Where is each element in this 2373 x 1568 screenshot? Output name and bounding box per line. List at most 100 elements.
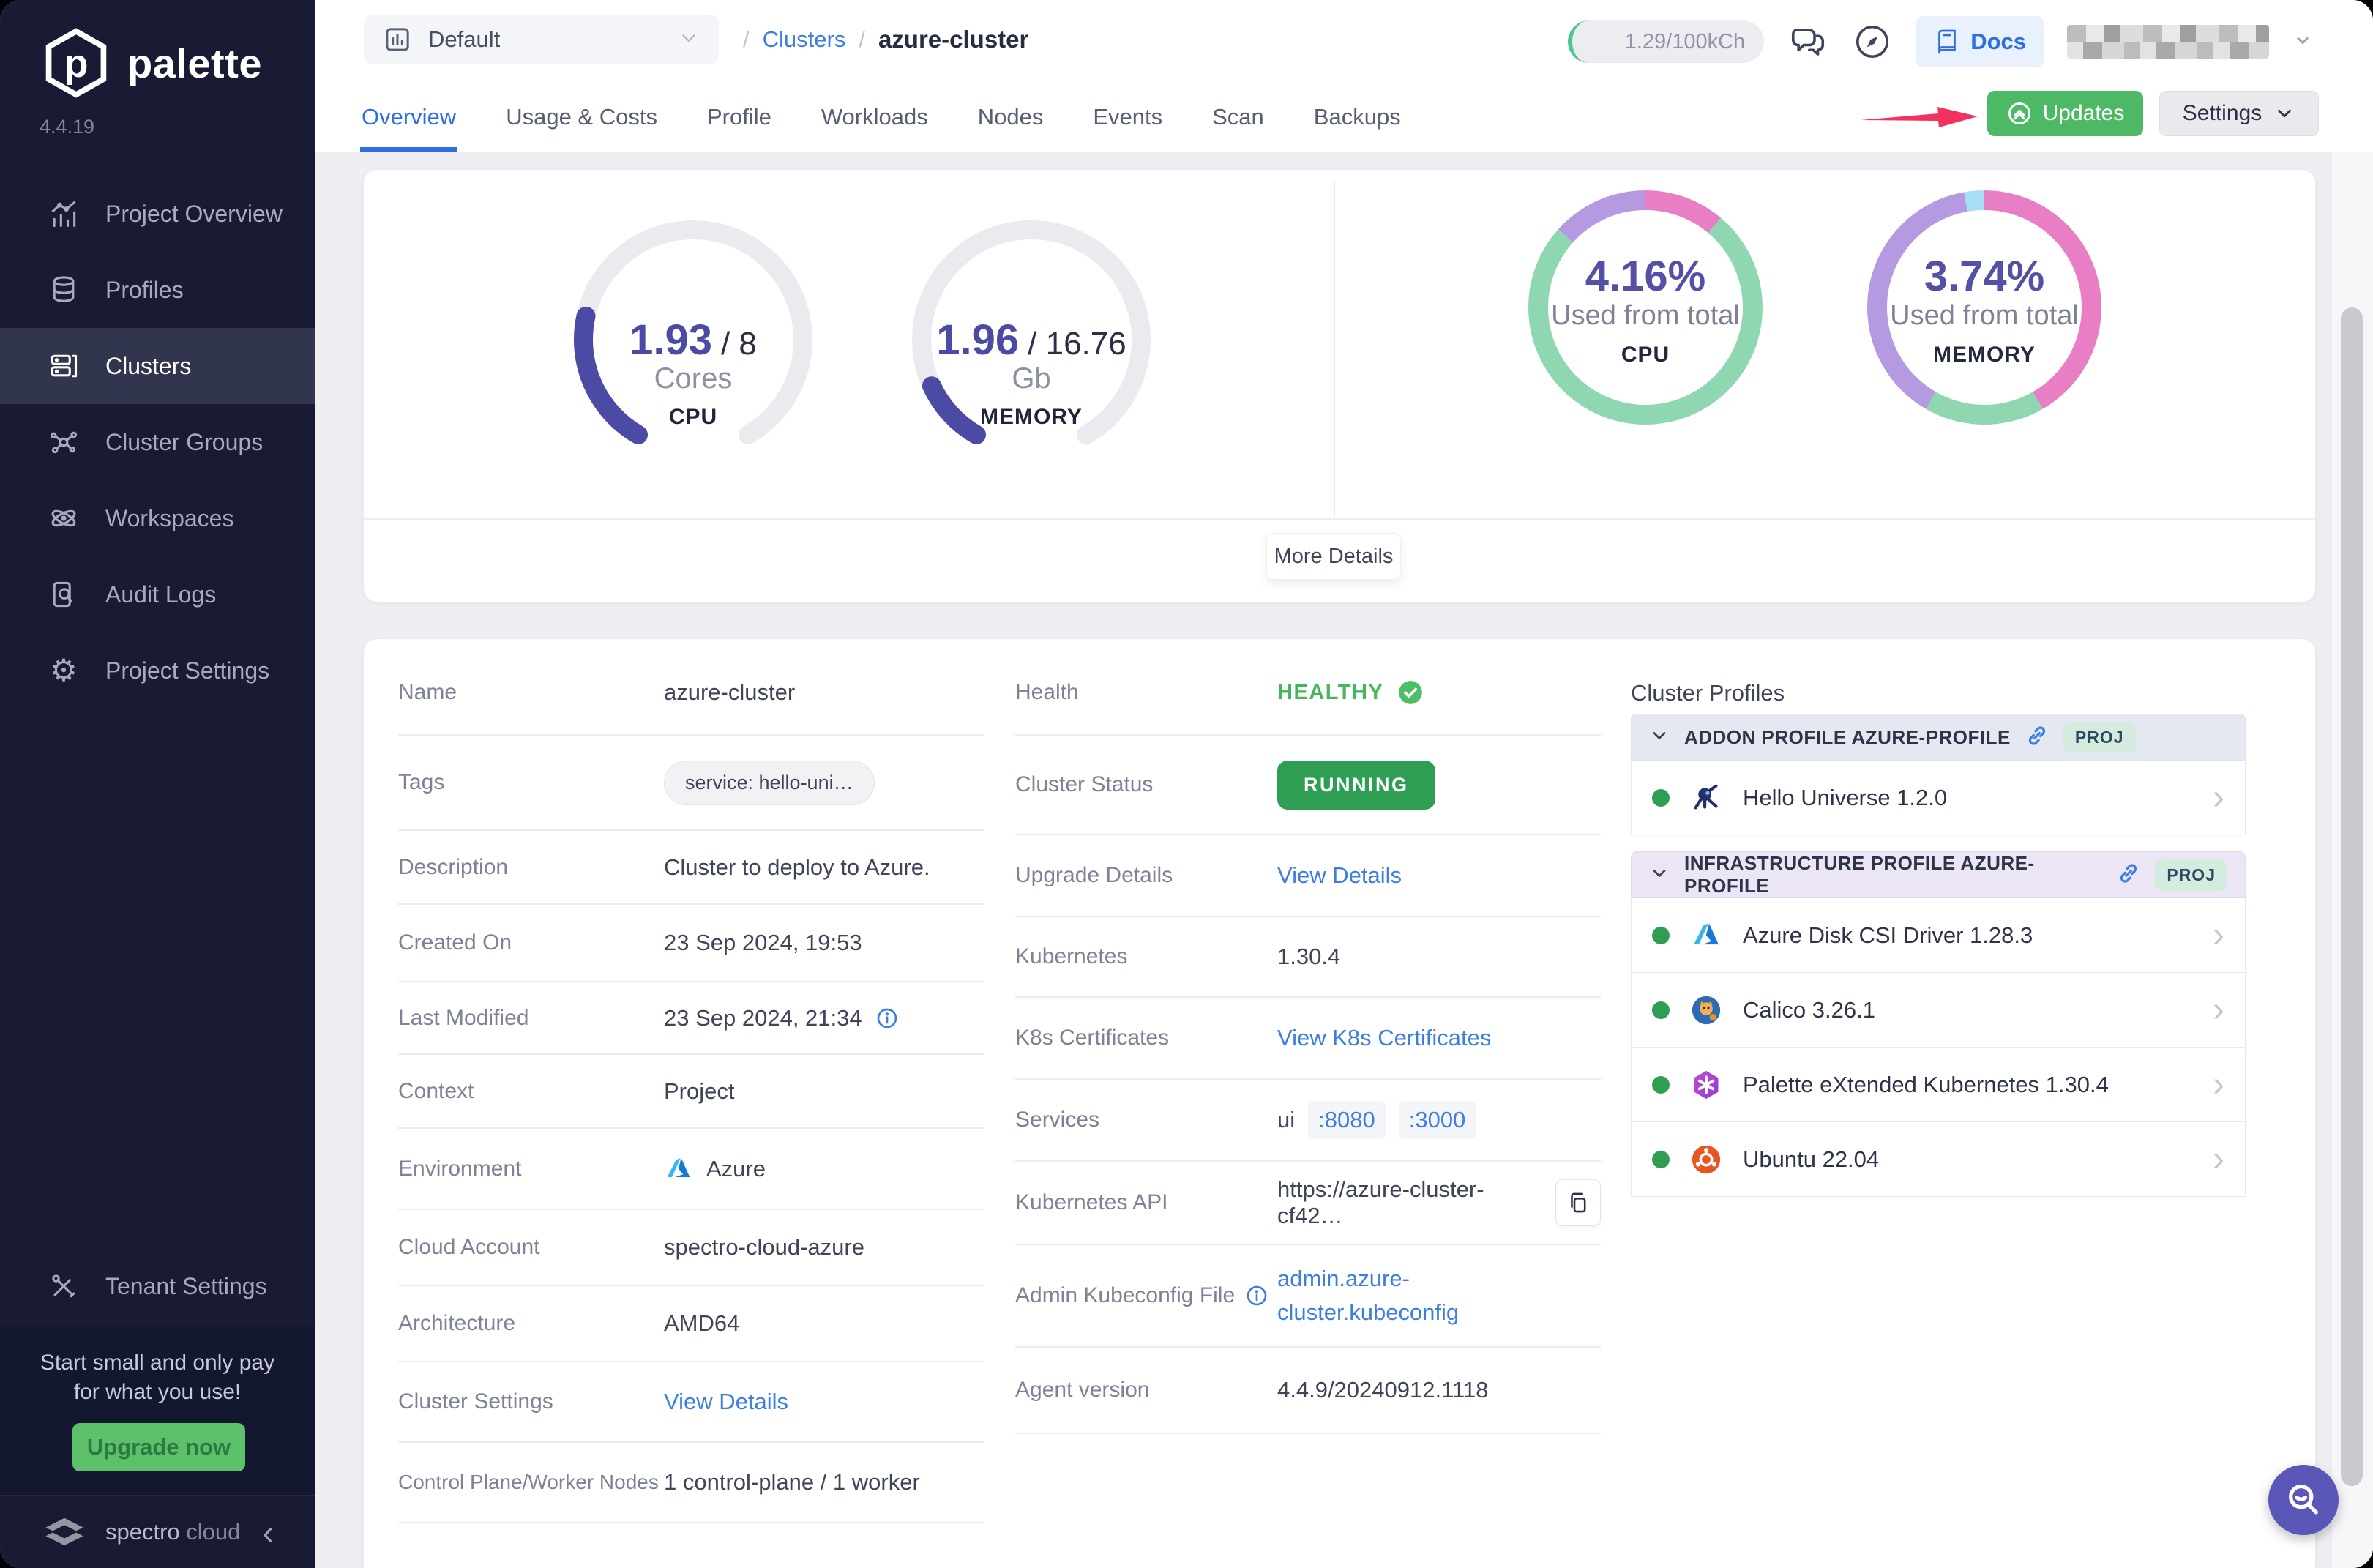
chart-trend-icon: [47, 197, 81, 231]
sidebar-item-audit-logs[interactable]: Audit Logs: [0, 556, 315, 632]
kubernetes-api-url: https://azure-cluster-cf42…: [1277, 1176, 1542, 1229]
row-admin-kubeconfig: Admin Kubeconfig File admin.azure-cluste…: [1015, 1245, 1601, 1348]
chevron-down-icon: [1649, 863, 1670, 887]
proj-badge: PROJ: [2155, 859, 2227, 891]
profile-row-azure-disk-csi[interactable]: Azure Disk CSI Driver 1.28.3 ›: [1631, 898, 2246, 973]
project-selector-value: Default: [428, 26, 500, 53]
status-dot: [1652, 1076, 1670, 1094]
cluster-settings-view-details-link[interactable]: View Details: [664, 1389, 788, 1415]
gear-icon: ⚙: [47, 654, 81, 687]
sidebar-item-label: Audit Logs: [105, 581, 216, 608]
service-name: ui: [1277, 1107, 1295, 1133]
row-services: Services ui :8080 :3000: [1015, 1080, 1601, 1162]
sidebar-item-label: Clusters: [105, 353, 191, 380]
chevron-down-icon: [1649, 725, 1670, 750]
chevron-right-icon: ›: [2213, 1067, 2224, 1102]
footer-brand: spectro cloud: [105, 1519, 240, 1545]
memory-usage-donut: 3.74% Used from total MEMORY: [1867, 190, 2101, 425]
tab-usage-costs[interactable]: Usage & Costs: [504, 87, 659, 152]
profile-row-calico[interactable]: Calico 3.26.1 ›: [1631, 973, 2246, 1048]
docs-button[interactable]: Docs: [1916, 16, 2044, 67]
sidebar-item-label: Workspaces: [105, 505, 233, 532]
cpu-used-value: 1.93: [629, 316, 712, 365]
sidebar-item-project-settings[interactable]: ⚙ Project Settings: [0, 632, 315, 709]
scrollbar-thumb[interactable]: [2341, 307, 2363, 1486]
breadcrumb-link-clusters[interactable]: Clusters: [763, 26, 846, 53]
sidebar-item-tenant-settings[interactable]: Tenant Settings: [0, 1248, 315, 1324]
tab-scan[interactable]: Scan: [1211, 87, 1266, 152]
chevron-down-icon[interactable]: [2292, 30, 2313, 54]
row-context: Context Project: [398, 1055, 984, 1129]
palette-extended-kubernetes-icon: [1689, 1067, 1724, 1102]
upgrade-now-button[interactable]: Upgrade now: [72, 1423, 245, 1471]
service-port-8080-link[interactable]: :8080: [1308, 1101, 1386, 1139]
memory-percent: 3.74%: [1867, 252, 2101, 301]
profile-row-hello-universe[interactable]: Hello Universe 1.2.0 ›: [1631, 761, 2246, 835]
tab-backups[interactable]: Backups: [1312, 87, 1402, 152]
collapse-sidebar-icon[interactable]: ‹: [263, 1515, 274, 1549]
bar-chart-icon: [383, 25, 412, 54]
status-dot: [1652, 789, 1670, 807]
admin-kubeconfig-link[interactable]: admin.azure-cluster.kubeconfig: [1277, 1262, 1459, 1329]
search-fab-button[interactable]: [2268, 1465, 2339, 1535]
ubuntu-icon: [1689, 1142, 1724, 1177]
view-k8s-certificates-link[interactable]: View K8s Certificates: [1277, 1025, 1491, 1051]
row-name: Name azure-cluster: [398, 651, 984, 736]
tab-workloads[interactable]: Workloads: [820, 87, 930, 152]
page-content: 1.93/ 8 Cores CPU 1.96/ 16.76 Gb MEMORY …: [315, 152, 2373, 1568]
memory-donut-label: MEMORY: [1867, 343, 2101, 367]
settings-button[interactable]: Settings: [2159, 91, 2319, 136]
addon-profile-header[interactable]: ADDON PROFILE AZURE-PROFILE PROJ: [1631, 714, 2246, 761]
updates-button[interactable]: Updates: [1987, 91, 2143, 136]
details-middle-column: Health HEALTHY Cluster Status RUNNING Up…: [1015, 651, 1601, 1434]
brand-logo: p palette: [41, 28, 262, 98]
row-k8s-certificates: K8s Certificates View K8s Certificates: [1015, 998, 1601, 1080]
profile-row-pxk[interactable]: Palette eXtended Kubernetes 1.30.4 ›: [1631, 1048, 2246, 1122]
sidebar-item-cluster-groups[interactable]: Cluster Groups: [0, 404, 315, 480]
row-last-modified: Last Modified 23 Sep 2024, 21:34: [398, 982, 984, 1055]
profile-row-ubuntu[interactable]: Ubuntu 22.04 ›: [1631, 1122, 2246, 1197]
service-port-3000-link[interactable]: :3000: [1399, 1101, 1476, 1139]
tab-nodes[interactable]: Nodes: [976, 87, 1045, 152]
network-nodes-icon: [47, 425, 81, 459]
upgrade-view-details-link[interactable]: View Details: [1277, 862, 1402, 889]
info-icon[interactable]: [1245, 1284, 1268, 1307]
sidebar-item-profiles[interactable]: Profiles: [0, 252, 315, 328]
orbit-icon: [47, 501, 81, 535]
breadcrumb: / Clusters / azure-cluster: [743, 15, 1028, 64]
tab-events[interactable]: Events: [1091, 87, 1164, 152]
sidebar-item-project-overview[interactable]: Project Overview: [0, 176, 315, 252]
sidebar-item-clusters[interactable]: Clusters: [0, 328, 315, 404]
vertical-scrollbar: [2332, 152, 2373, 1568]
tab-overview[interactable]: Overview: [360, 87, 457, 152]
usage-quota-badge[interactable]: 1.29/100kCh: [1568, 20, 1764, 63]
row-kubernetes-api: Kubernetes API https://azure-cluster-cf4…: [1015, 1162, 1601, 1245]
proj-badge: PROJ: [2063, 722, 2136, 753]
chevron-right-icon: ›: [2213, 780, 2224, 815]
row-nodes: Control Plane/Worker Nodes 1 control-pla…: [398, 1443, 984, 1523]
topbar: Default / Clusters / azure-cluster 1.29/…: [315, 0, 2373, 152]
tab-profile[interactable]: Profile: [706, 87, 773, 152]
annotation-arrow: [1861, 102, 1984, 132]
compass-icon[interactable]: [1852, 21, 1893, 62]
sidebar-item-label: Profiles: [105, 277, 184, 304]
chevron-right-icon: ›: [2213, 993, 2224, 1028]
palette-logo-icon: p: [41, 28, 111, 98]
account-name-blurred[interactable]: [2067, 25, 2269, 59]
audit-search-icon: [47, 578, 81, 611]
addon-profile-title: ADDON PROFILE AZURE-PROFILE: [1684, 726, 2011, 749]
memory-total-value: / 16.76: [1028, 326, 1126, 362]
row-kubernetes: Kubernetes 1.30.4: [1015, 917, 1601, 998]
chat-icon[interactable]: [1787, 21, 1828, 62]
info-icon[interactable]: [875, 1007, 899, 1030]
details-left-column: Name azure-cluster Tags service: hello-u…: [398, 651, 984, 1523]
more-details-button[interactable]: More Details: [1266, 533, 1401, 580]
copy-button[interactable]: [1555, 1179, 1601, 1226]
project-selector[interactable]: Default: [364, 15, 719, 64]
link-icon: [2117, 862, 2140, 889]
infrastructure-profile-header[interactable]: INFRASTRUCTURE PROFILE AZURE-PROFILE PRO…: [1631, 851, 2246, 898]
sidebar-item-workspaces[interactable]: Workspaces: [0, 480, 315, 556]
chevron-down-icon: [2273, 102, 2295, 124]
app-window: p palette 4.4.19 Project Overview Profil…: [0, 0, 2373, 1568]
row-tags: Tags service: hello-uni…: [398, 736, 984, 831]
